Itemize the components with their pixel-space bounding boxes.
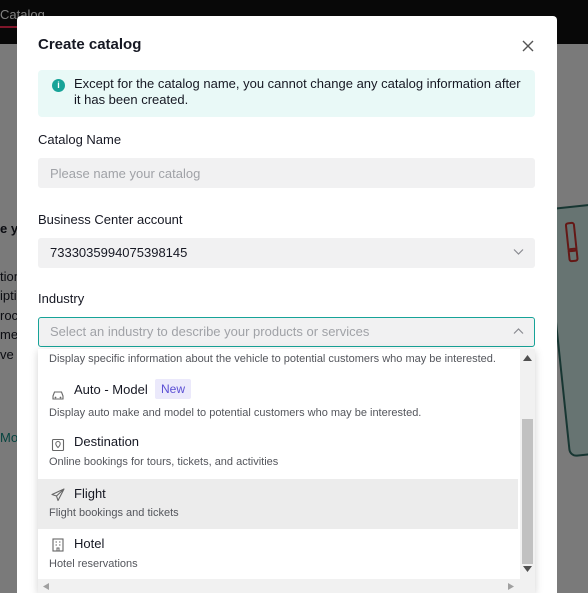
info-text: Except for the catalog name, you cannot … [74,76,521,107]
catalog-name-label: Catalog Name [38,132,122,147]
option-flight[interactable]: Flight Flight bookings and tickets [38,479,518,529]
scroll-thumb[interactable] [522,419,533,564]
modal-title: Create catalog [38,36,142,53]
close-icon [522,40,534,52]
industry-placeholder: Select an industry to describe your prod… [50,324,370,339]
option-desc: Hotel reservations [49,558,138,570]
industry-label: Industry [38,291,85,306]
chevron-down-icon [513,249,524,255]
create-catalog-modal: Create catalog i Except for the catalog … [17,16,557,593]
dropdown-horizontal-scrollbar[interactable] [38,579,535,593]
industry-select[interactable]: Select an industry to describe your prod… [38,317,535,347]
option-desc: Flight bookings and tickets [49,507,179,519]
option-destination[interactable]: Destination Online bookings for tours, t… [38,427,518,477]
info-banner: i Except for the catalog name, you canno… [38,70,535,117]
option-hotel[interactable]: Hotel Hotel reservations [38,529,518,579]
option-title: Auto - Model [74,382,148,397]
scroll-up-icon[interactable] [523,355,532,361]
industry-dropdown: Display specific information about the v… [38,349,535,593]
scroll-down-icon[interactable] [523,566,532,572]
scroll-right-icon[interactable] [508,583,514,590]
chevron-up-icon [513,328,524,334]
option-title: Flight [74,486,106,501]
option-desc: Online bookings for tours, tickets, and … [49,456,279,468]
business-center-value: 7333035994075398145 [50,245,188,260]
option-title: Hotel [74,536,105,551]
building-icon [52,538,64,552]
map-pin-icon [51,438,65,452]
option-title: Destination [74,434,140,449]
car-icon [52,391,64,400]
scroll-left-icon[interactable] [43,583,49,590]
dropdown-vertical-scrollbar[interactable] [520,349,535,579]
option-auto-model[interactable]: Auto - Model New Display auto make and m… [38,373,518,423]
option-desc: Display auto make and model to potential… [49,407,422,419]
business-center-label: Business Center account [38,212,183,227]
option-desc: Display specific information about the v… [49,353,496,365]
new-badge: New [155,379,192,399]
close-button[interactable] [521,39,535,53]
business-center-select[interactable]: 7333035994075398145 [38,238,535,268]
catalog-name-input[interactable] [38,158,535,188]
info-icon: i [52,79,65,92]
airplane-icon [51,488,65,502]
